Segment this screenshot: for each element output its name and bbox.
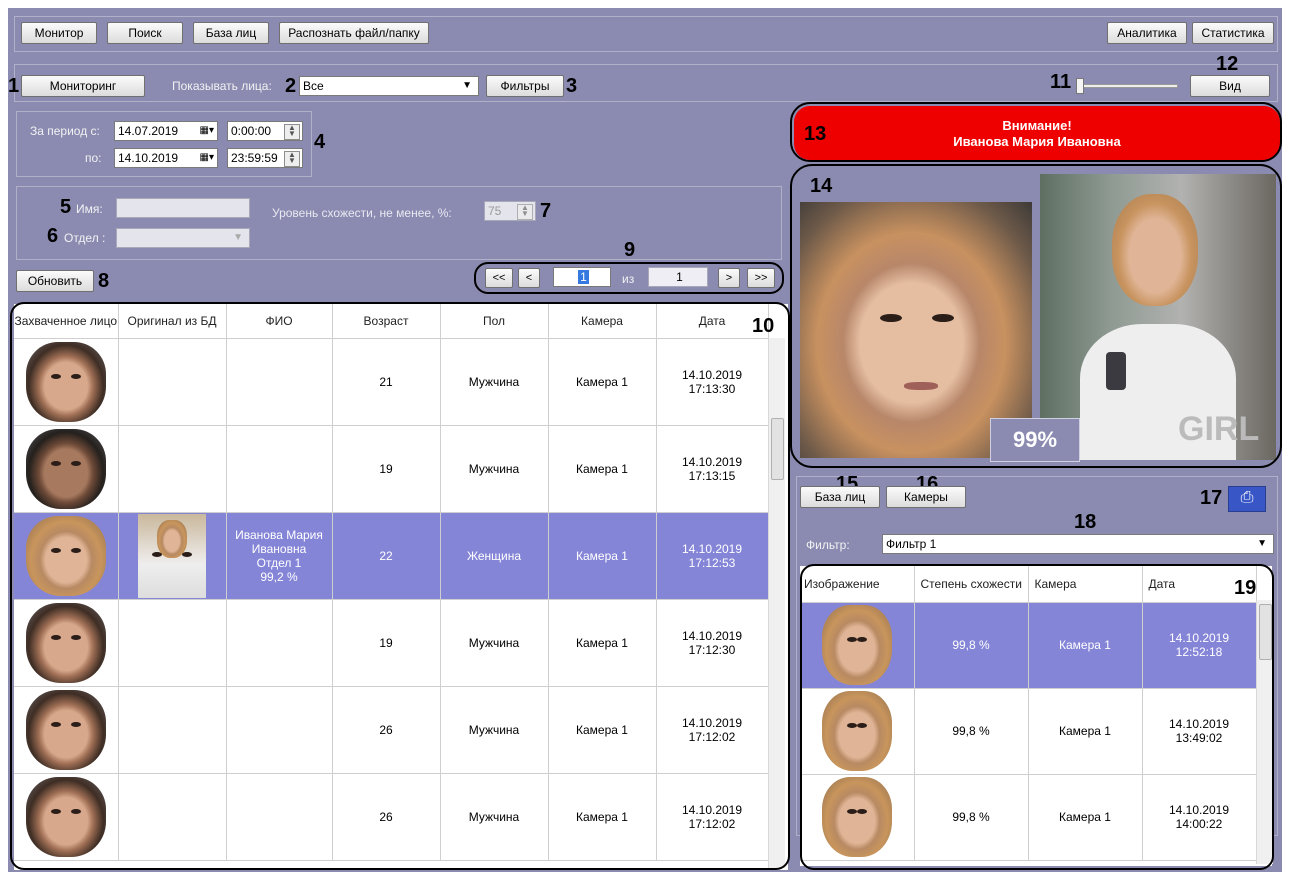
period-to-label: по: (85, 151, 102, 165)
name-input[interactable] (116, 198, 250, 218)
callout-19: 19 (1234, 577, 1257, 599)
filter-value: Фильтр 1 (886, 537, 937, 551)
callout-13: 13 (804, 123, 827, 145)
callout-12: 12 (1216, 53, 1239, 75)
time-spinner-icon[interactable]: ▲ ▼ (284, 151, 300, 167)
next-page-button[interactable]: > (718, 268, 740, 288)
show-faces-value: Все (303, 79, 324, 93)
filters-button[interactable]: Фильтры (486, 75, 564, 97)
monitor-button[interactable]: Монитор (21, 22, 97, 44)
monitoring-button[interactable]: Мониторинг (21, 75, 145, 97)
callout-9: 9 (624, 239, 636, 261)
time-spinner-icon[interactable]: ▲ ▼ (284, 124, 300, 140)
similarity-label: Уровень схожести, не менее, %: (272, 206, 452, 220)
dept-label: Отдел : (64, 231, 106, 245)
callout-14: 14 (810, 175, 833, 197)
comparison-highlight (790, 164, 1282, 468)
name-label: Имя: (76, 202, 103, 216)
view-button[interactable]: Вид (1190, 75, 1270, 97)
calendar-icon[interactable]: ▦▾ (200, 122, 214, 140)
callout-5: 5 (60, 196, 72, 218)
from-date-field[interactable]: 14.07.2019 ▦▾ (114, 121, 218, 141)
spinner-icon[interactable]: ▲ ▼ (517, 204, 533, 220)
chevron-down-icon: ▼ (462, 80, 472, 91)
chevron-down-icon: ▼ (233, 232, 243, 243)
prev-page-button[interactable]: < (518, 268, 540, 288)
callout-17: 17 (1200, 487, 1223, 509)
zoom-slider-track[interactable] (1078, 84, 1178, 88)
dept-select[interactable]: ▼ (116, 228, 250, 248)
to-date-field[interactable]: 14.10.2019 ▦▾ (114, 148, 218, 168)
refresh-button[interactable]: Обновить (16, 270, 94, 292)
callout-18: 18 (1074, 511, 1097, 533)
period-from-label: За период с: (30, 124, 100, 138)
callout-6: 6 (47, 225, 59, 247)
table-highlight (10, 302, 790, 870)
callout-2: 2 (285, 75, 297, 97)
cameras-tab-button[interactable]: Камеры (886, 486, 966, 508)
search-button[interactable]: Поиск (107, 22, 183, 44)
callout-11: 11 (1050, 71, 1072, 93)
similarity-value: 75 (488, 204, 502, 218)
results-highlight (800, 564, 1274, 870)
from-time-value: 0:00:00 (231, 124, 272, 138)
pager-of-label: из (622, 272, 635, 286)
from-time-field[interactable]: 0:00:00 ▲ ▼ (227, 121, 303, 141)
callout-1: 1 (8, 75, 20, 97)
page-value: 1 (578, 270, 589, 284)
face-db-button[interactable]: База лиц (193, 22, 269, 44)
zoom-slider-handle[interactable] (1076, 78, 1084, 94)
similarity-input[interactable]: 75 ▲ ▼ (484, 201, 536, 221)
first-page-button[interactable]: << (485, 268, 513, 288)
callout-8: 8 (98, 270, 110, 292)
callout-4: 4 (314, 131, 326, 153)
page-input[interactable]: 1 (553, 267, 611, 287)
analytics-button[interactable]: Аналитика (1107, 22, 1187, 44)
to-time-value: 23:59:59 (231, 151, 278, 165)
print-icon[interactable]: ⎙ (1228, 486, 1266, 512)
callout-3: 3 (566, 75, 578, 97)
callout-10: 10 (752, 315, 775, 337)
chevron-down-icon: ▼ (1257, 538, 1267, 549)
filter-label: Фильтр: (806, 538, 850, 552)
show-faces-label: Показывать лица: (172, 79, 272, 93)
statistics-button[interactable]: Статистика (1192, 22, 1274, 44)
recognize-file-button[interactable]: Распознать файл/папку (279, 22, 429, 44)
to-time-field[interactable]: 23:59:59 ▲ ▼ (227, 148, 303, 168)
show-faces-select[interactable]: Все ▼ (299, 76, 479, 96)
to-date-value: 14.10.2019 (118, 151, 179, 165)
face-db-tab-button[interactable]: База лиц (800, 486, 880, 508)
callout-7: 7 (540, 200, 552, 222)
calendar-icon[interactable]: ▦▾ (200, 149, 214, 167)
filter-select[interactable]: Фильтр 1 ▼ (882, 534, 1274, 554)
alert-highlight (790, 102, 1282, 162)
last-page-button[interactable]: >> (747, 268, 775, 288)
total-pages: 1 (648, 267, 708, 287)
from-date-value: 14.07.2019 (118, 124, 179, 138)
